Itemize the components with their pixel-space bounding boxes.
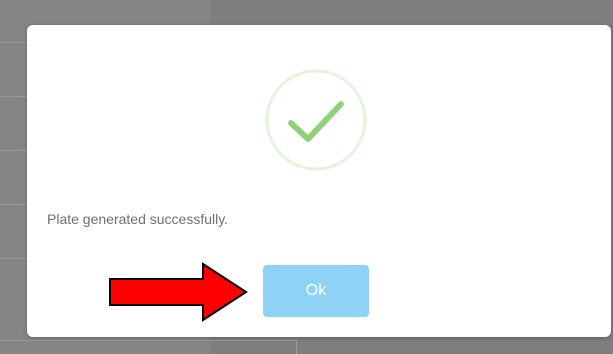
- screen: Plate generated successfully. Ok: [0, 0, 613, 354]
- checkmark-circle-icon: [265, 69, 367, 171]
- red-arrow-right-icon: [109, 262, 248, 322]
- ok-button[interactable]: Ok: [263, 265, 369, 317]
- dialog-message: Plate generated successfully.: [47, 211, 229, 227]
- background-box: [0, 340, 297, 354]
